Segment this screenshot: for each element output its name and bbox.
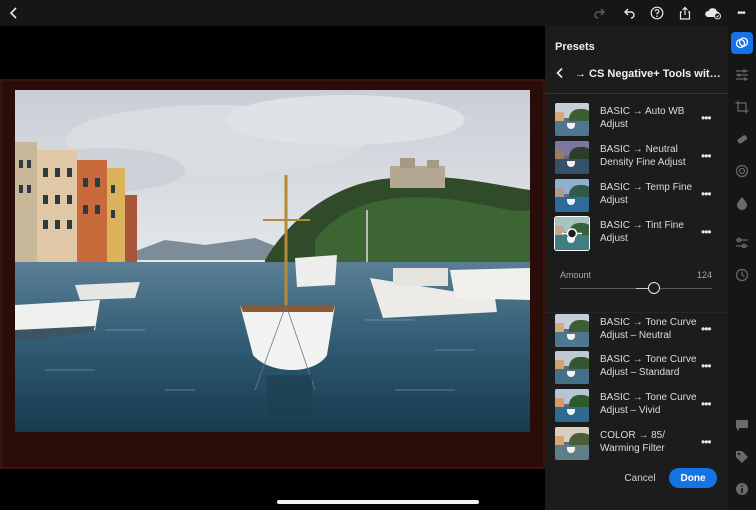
preset-thumbnail [555,141,589,174]
preset-item-tone-curve-neutral[interactable]: BASIC → Tone Curve Adjust – Neutral ••• [545,313,728,349]
amount-slider-thumb[interactable] [648,282,661,294]
presets-panel: Presets → CS Negative+ Tools with Spe...… [545,26,728,510]
preset-item-warming-filter[interactable]: COLOR → 85/ Warming Filter ••• [545,426,728,462]
redo-icon[interactable] [590,3,610,23]
done-button[interactable]: Done [669,468,717,488]
preset-label: BASIC → Neutral Density Fine Adjust [600,144,686,168]
photo-canvas [0,26,545,510]
versions-icon[interactable] [731,232,753,254]
preset-label: BASIC → Tint Fine Adjust [600,220,684,244]
preset-group-title[interactable]: → CS Negative+ Tools with Spe... [575,68,725,80]
preset-item-tint[interactable]: BASIC → Tint Fine Adjust ••• [545,216,728,252]
preset-label: BASIC → Tone Curve Adjust – Standard [600,354,697,378]
photo-preview[interactable] [15,90,530,432]
adjust-slider-icon [562,228,582,239]
preset-item-tone-curve-vivid[interactable]: BASIC → Tone Curve Adjust – Vivid ••• [545,388,728,424]
preset-more-button[interactable]: ••• [701,435,712,449]
preset-more-button[interactable]: ••• [701,322,712,336]
amount-value: 124 [697,270,713,280]
preset-more-button[interactable]: ••• [701,149,712,163]
preset-more-button[interactable]: ••• [701,359,712,373]
cancel-button[interactable]: Cancel [618,468,662,488]
preset-label: BASIC → Temp Fine Adjust [600,182,693,206]
more-options-button[interactable]: ••• [731,3,751,23]
healing-icon[interactable] [731,128,753,150]
preset-item-neutral-density[interactable]: BASIC → Neutral Density Fine Adjust ••• [545,140,728,176]
preset-thumbnail [555,103,589,136]
preset-thumbnail [555,427,589,460]
preset-label: BASIC → Auto WB Adjust [600,106,685,130]
preset-item-tone-curve-standard[interactable]: BASIC → Tone Curve Adjust – Standard ••• [545,350,728,386]
preset-thumbnail [555,179,589,212]
amount-label: Amount [560,270,592,280]
cloud-sync-icon[interactable] [703,3,723,23]
panel-divider [545,93,728,94]
preset-more-button[interactable]: ••• [701,397,712,411]
preset-more-button[interactable]: ••• [701,187,712,201]
masking-icon[interactable] [731,160,753,182]
tag-icon[interactable] [731,446,753,468]
preset-thumbnail [555,351,589,384]
preset-label: BASIC → Tone Curve Adjust – Vivid [600,392,697,416]
comments-icon[interactable] [731,414,753,436]
crop-icon[interactable] [731,96,753,118]
info-icon[interactable] [731,478,753,500]
preset-more-button[interactable]: ••• [701,225,712,239]
preset-thumbnail [555,314,589,347]
panel-title: Presets [555,41,595,53]
preset-label: COLOR → 85/ Warming Filter [600,430,666,454]
preset-thumbnail [555,389,589,422]
undo-icon[interactable] [619,3,639,23]
amount-slider-fill [636,288,649,289]
tool-strip [728,26,756,510]
edit-sliders-icon[interactable] [731,64,753,86]
optics-icon[interactable] [731,192,753,214]
preset-more-button[interactable]: ••• [701,111,712,125]
help-icon[interactable] [647,3,667,23]
back-icon[interactable] [4,3,24,23]
preset-item-temp[interactable]: BASIC → Temp Fine Adjust ••• [545,178,728,214]
home-indicator[interactable] [277,500,479,504]
preset-label: BASIC → Tone Curve Adjust – Neutral [600,317,697,341]
top-bar: ••• [0,0,756,26]
group-back-icon[interactable] [555,67,565,82]
history-icon[interactable] [731,264,753,286]
presets-icon[interactable] [731,32,753,54]
preset-thumbnail [555,217,589,250]
share-icon[interactable] [675,3,695,23]
preset-item-auto-wb[interactable]: BASIC → Auto WB Adjust ••• [545,102,728,138]
